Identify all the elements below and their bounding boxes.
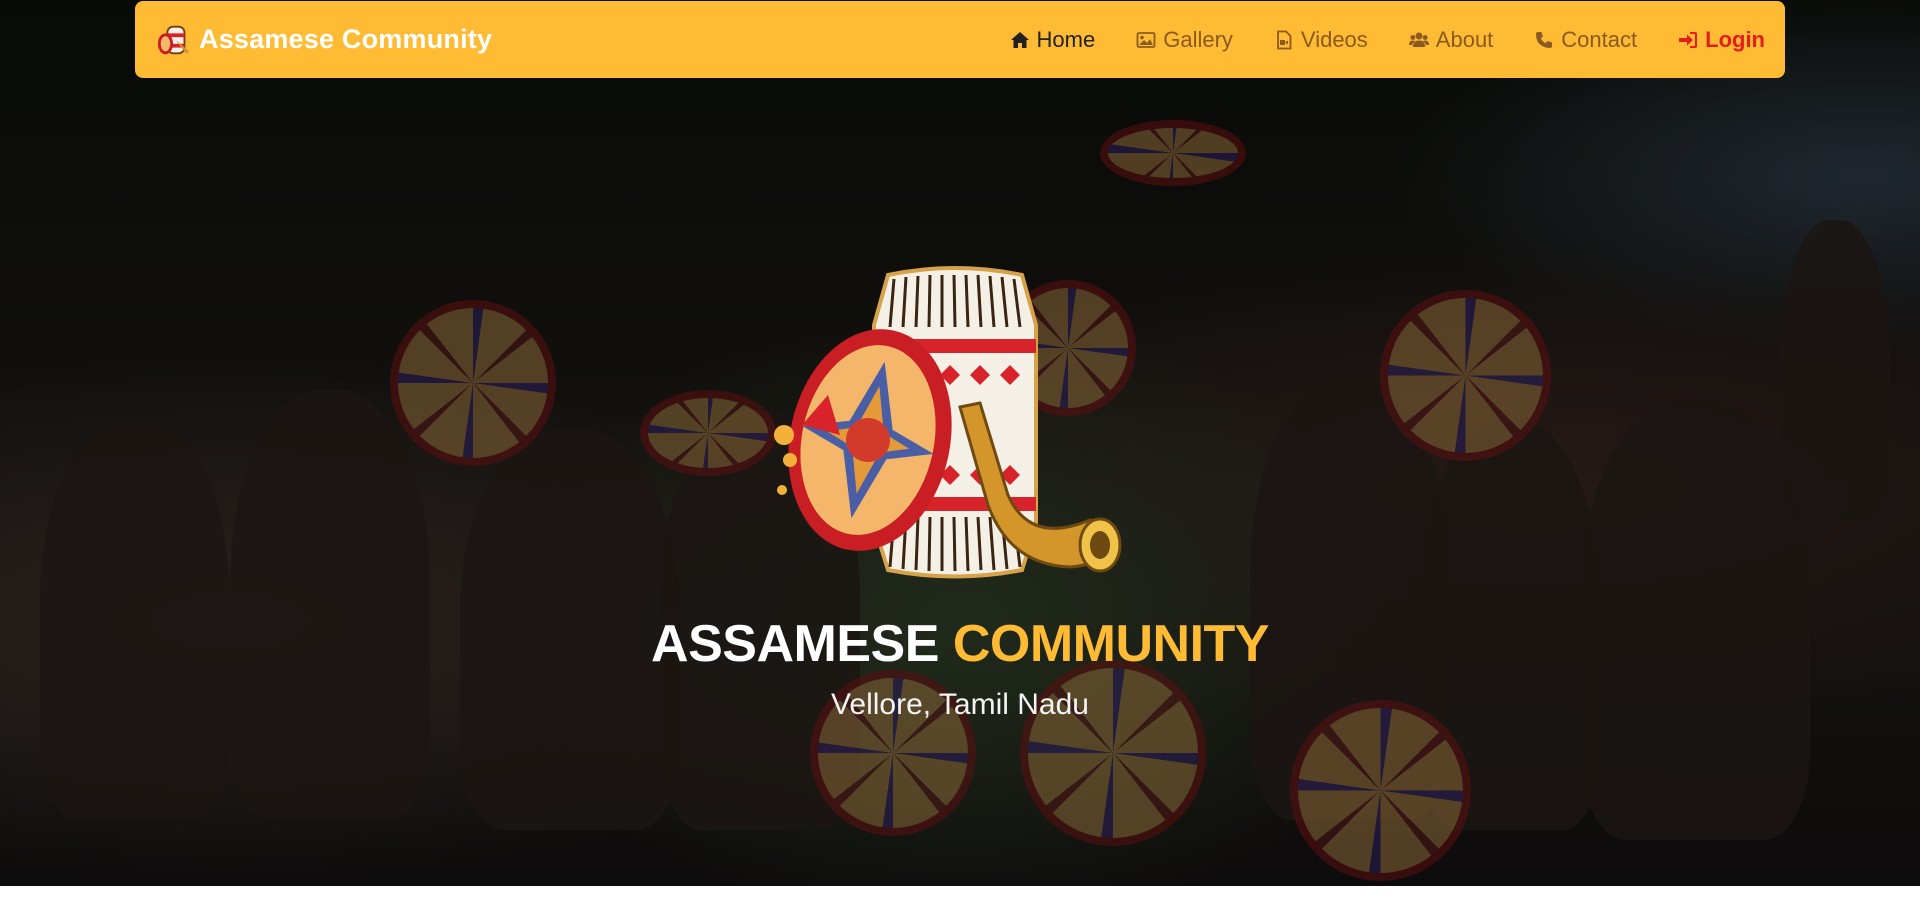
- image-icon: [1136, 31, 1156, 48]
- nav-videos-label: Videos: [1300, 26, 1368, 52]
- nav-gallery-label: Gallery: [1163, 26, 1233, 52]
- home-icon: [1010, 31, 1029, 48]
- brand-link[interactable]: Assamese Community: [155, 21, 492, 59]
- hero-title-part2: COMMUNITY: [952, 615, 1270, 673]
- nav-login-label: Login: [1705, 26, 1765, 52]
- nav-home-label: Home: [1036, 26, 1096, 52]
- main-nav: Home Gallery Videos About Contact Login: [1010, 27, 1765, 53]
- brand-logo-icon: [157, 25, 190, 54]
- nav-contact[interactable]: Contact: [1534, 27, 1637, 53]
- hero-title: ASSAMESE COMMUNITY: [0, 614, 1920, 674]
- nav-contact-label: Contact: [1561, 26, 1638, 52]
- users-icon: [1408, 32, 1429, 47]
- nav-videos[interactable]: Videos: [1274, 27, 1368, 53]
- community-logo: [770, 265, 1150, 585]
- hero-subtitle: Vellore, Tamil Nadu: [831, 688, 1089, 721]
- nav-home[interactable]: Home: [1010, 26, 1096, 53]
- phone-icon: [1536, 31, 1553, 48]
- hero-title-part1: ASSAMESE: [651, 615, 939, 673]
- hero-section: ASSAMESE COMMUNITY Vellore, Tamil Nadu: [0, 0, 1920, 886]
- nav-about-label: About: [1435, 26, 1494, 52]
- brand-name: Assamese Community: [199, 24, 493, 54]
- sign-in-icon: [1679, 31, 1698, 48]
- nav-about[interactable]: About: [1408, 26, 1494, 53]
- nav-gallery[interactable]: Gallery: [1136, 27, 1233, 53]
- top-navbar: Assamese Community Home Gallery Videos A…: [135, 1, 1785, 78]
- nav-login[interactable]: Login: [1678, 27, 1765, 53]
- file-video-icon: [1277, 30, 1292, 49]
